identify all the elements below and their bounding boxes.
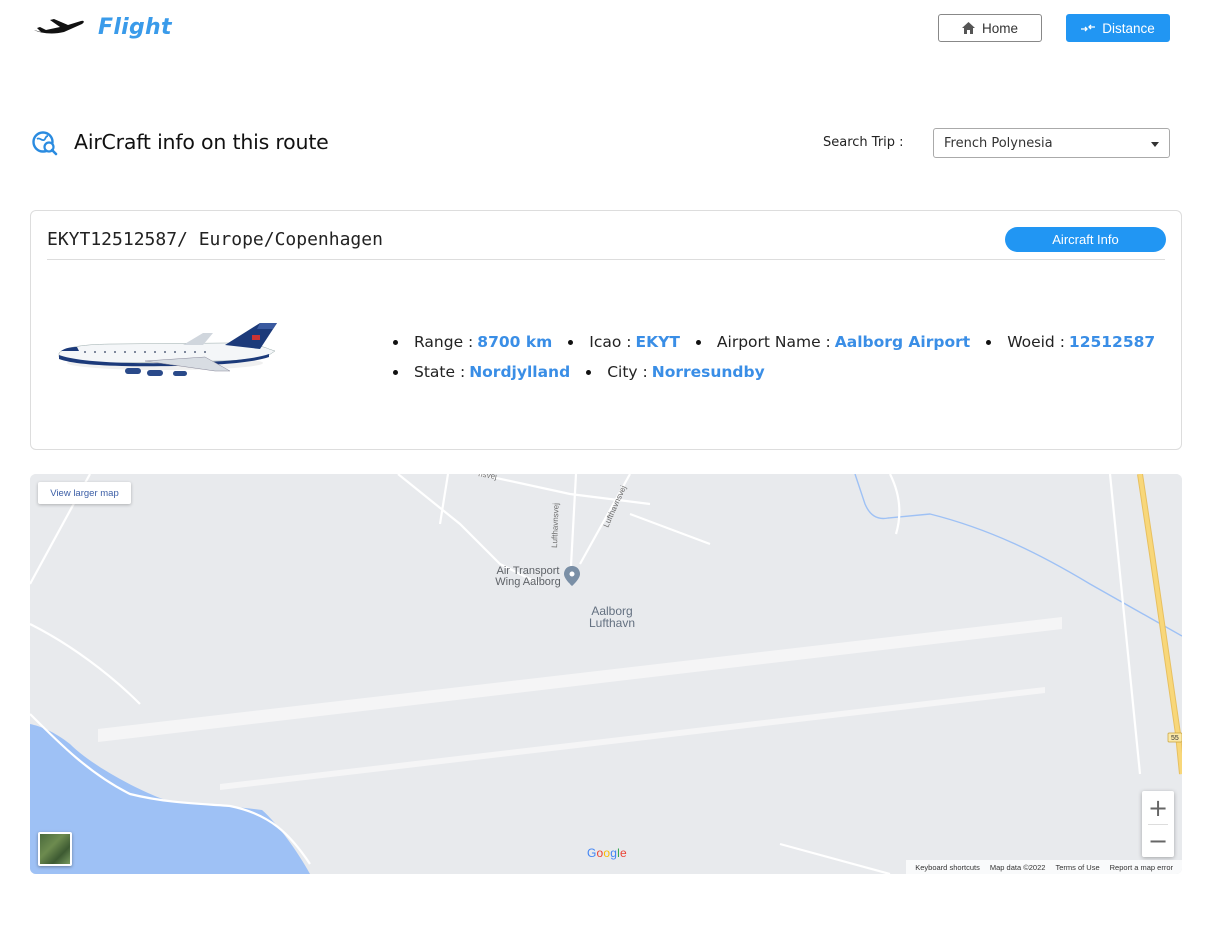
road-label: Lufthavnsvej: [550, 503, 561, 548]
home-icon: [961, 22, 975, 34]
map-embed[interactable]: 55 Lufthavnsvej Lufthavnsvej hsvej View …: [30, 474, 1182, 874]
poi-label[interactable]: Air Transport Wing Aalborg: [492, 566, 564, 588]
info-label: Airport Name :: [716, 333, 831, 351]
home-button[interactable]: Home: [938, 14, 1042, 42]
search-trip-label: Search Trip :: [823, 135, 904, 150]
aircraft-info-button[interactable]: Aircraft Info: [1005, 227, 1166, 252]
brand-logo[interactable]: Flight: [32, 14, 172, 40]
aircraft-card: EKYT12512587/ Europe/Copenhagen Aircraft…: [30, 210, 1182, 450]
report-error-link[interactable]: Report a map error: [1110, 863, 1173, 872]
distance-icon: [1081, 24, 1096, 32]
aircraft-image: [58, 323, 277, 376]
info-value: EKYT: [635, 333, 680, 351]
satellite-toggle[interactable]: [38, 832, 72, 866]
distance-button[interactable]: Distance: [1066, 14, 1170, 42]
info-label: Range :: [414, 333, 474, 351]
view-larger-map-link[interactable]: View larger map: [38, 482, 131, 504]
zoom-out-button[interactable]: −: [1142, 824, 1174, 857]
info-value: Nordjylland: [469, 363, 571, 381]
chevron-down-icon: [1151, 142, 1159, 147]
info-state: State : Nordjylland: [393, 363, 570, 381]
terms-link[interactable]: Terms of Use: [1055, 863, 1099, 872]
card-divider: [47, 259, 1165, 260]
road-shield-label: 55: [1171, 735, 1179, 742]
info-icao: Icao : EKYT: [568, 333, 680, 351]
home-button-label: Home: [981, 20, 1018, 36]
keyboard-shortcuts-link[interactable]: Keyboard shortcuts: [915, 863, 980, 872]
zoom-in-button[interactable]: +: [1142, 791, 1174, 824]
info-row: Range :8700 km Icao : EKYT Airport Name :…: [393, 327, 1173, 357]
distance-button-label: Distance: [1102, 20, 1155, 36]
area-label: Aalborg Lufthavn: [588, 604, 636, 630]
info-label: City :: [607, 363, 648, 381]
info-airport-name: Airport Name : Aalborg Airport: [696, 333, 970, 351]
info-label: Woeid :: [1007, 333, 1065, 351]
card-title: EKYT12512587/ Europe/Copenhagen: [47, 229, 383, 250]
info-label: Icao :: [589, 333, 632, 351]
zoom-controls: + −: [1142, 791, 1174, 857]
map-canvas[interactable]: 55 Lufthavnsvej Lufthavnsvej hsvej: [30, 474, 1182, 874]
zoom-divider: [1148, 824, 1168, 825]
info-range: Range :8700 km: [393, 333, 552, 351]
map-footer: Keyboard shortcuts Map data ©2022 Terms …: [906, 860, 1182, 874]
globe-search-icon: [32, 131, 58, 156]
page-title: AirCraft info on this route: [74, 130, 329, 154]
info-value: 8700 km: [477, 333, 553, 351]
search-trip-value: French Polynesia: [944, 135, 1053, 151]
map-data-text: Map data ©2022: [989, 862, 1046, 872]
info-city: City : Norresundby: [586, 363, 765, 381]
google-logo: Google: [587, 846, 627, 860]
info-value: Norresundby: [651, 363, 765, 381]
info-woeid: Woeid :12512587: [986, 333, 1155, 351]
search-trip-select[interactable]: French Polynesia: [933, 128, 1170, 158]
info-row: State : Nordjylland City : Norresundby: [393, 357, 1173, 387]
airplane-logo-icon: [34, 19, 84, 34]
info-value: 12512587: [1068, 333, 1156, 351]
brand-name: Flight: [98, 14, 172, 40]
aircraft-info-list: Range :8700 km Icao : EKYT Airport Name :…: [393, 327, 1173, 387]
info-value: Aalborg Airport: [834, 333, 971, 351]
info-label: State :: [414, 363, 466, 381]
